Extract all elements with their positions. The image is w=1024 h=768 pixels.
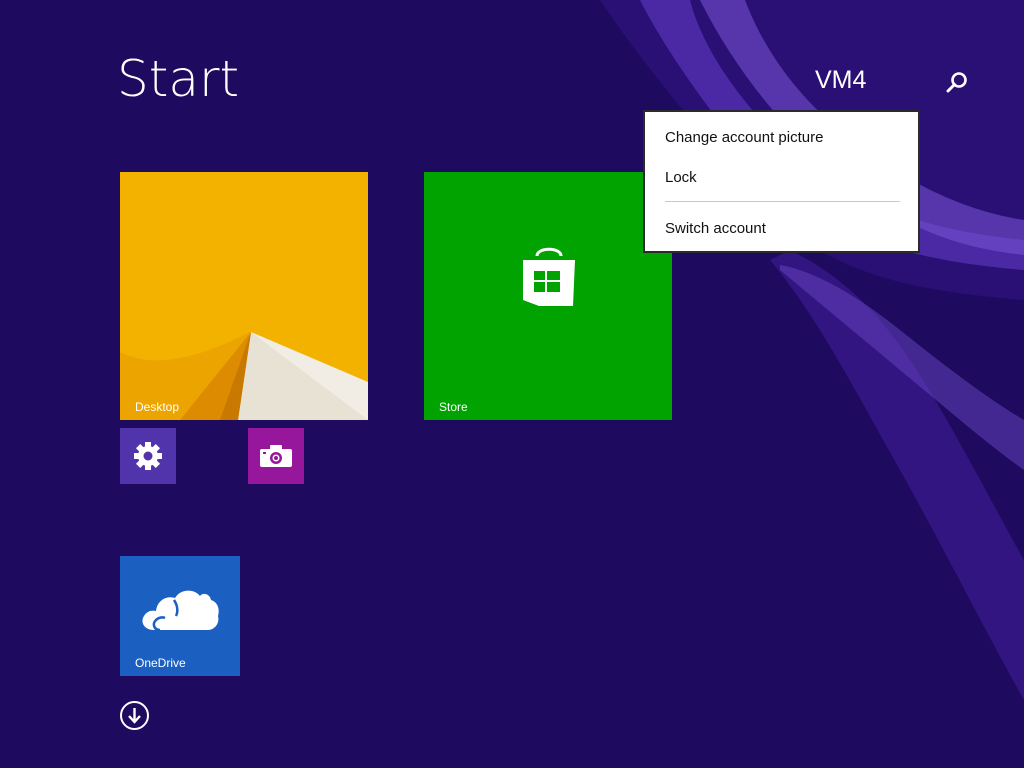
page-title: Start: [117, 50, 240, 108]
desktop-wallpaper-graphic: [120, 172, 368, 420]
menu-item-change-account-picture[interactable]: Change account picture: [665, 129, 823, 146]
menu-item-switch-account[interactable]: Switch account: [665, 220, 766, 237]
tile-desktop[interactable]: Desktop: [120, 172, 368, 420]
tile-camera[interactable]: [248, 428, 304, 484]
arrow-down-circle-icon: [120, 701, 149, 730]
all-apps-button[interactable]: [119, 700, 150, 731]
user-account-name[interactable]: VM4: [815, 66, 866, 95]
tile-onedrive[interactable]: OneDrive: [120, 556, 240, 676]
store-bag-icon: [523, 247, 575, 306]
tile-label-store: Store: [439, 400, 468, 414]
search-button[interactable]: [944, 70, 970, 96]
menu-divider: [665, 201, 900, 202]
tile-store[interactable]: Store: [424, 172, 672, 420]
account-menu: Change account picture Lock Switch accou…: [643, 110, 920, 253]
cloud-icon: [142, 590, 219, 632]
tile-label-onedrive: OneDrive: [135, 656, 186, 670]
gear-icon: [134, 442, 162, 470]
tile-label-desktop: Desktop: [135, 400, 180, 414]
search-icon: [946, 72, 967, 93]
camera-icon: [260, 445, 292, 467]
menu-item-lock[interactable]: Lock: [665, 169, 697, 186]
tile-pc-settings[interactable]: [120, 428, 176, 484]
